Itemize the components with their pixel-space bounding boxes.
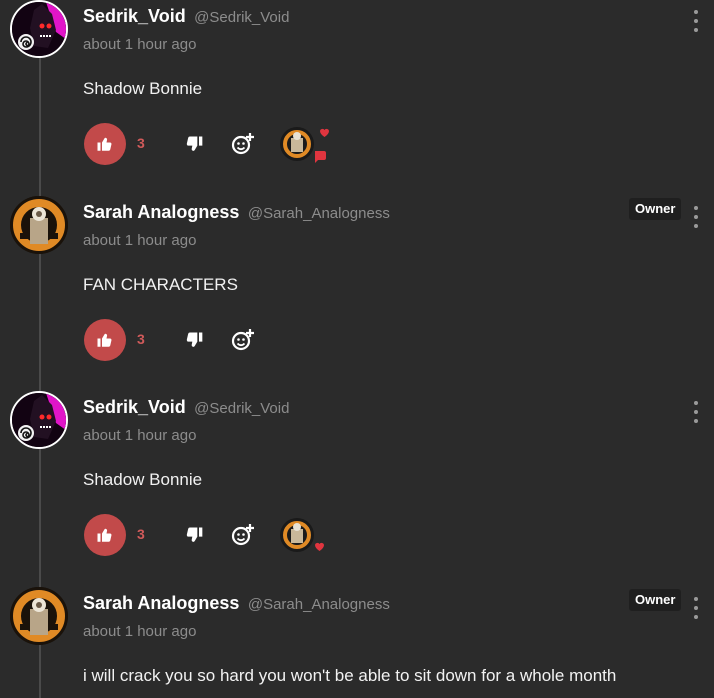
comment-text: Shadow Bonnie xyxy=(83,79,203,98)
comment-actions: 3 xyxy=(84,123,384,165)
thumbs-down-icon xyxy=(186,332,203,347)
more-vertical-icon[interactable] xyxy=(690,10,702,32)
like-button[interactable] xyxy=(84,319,126,361)
author-handle[interactable]: @Sedrik_Void xyxy=(194,9,289,26)
thumbs-up-icon xyxy=(97,528,112,542)
like-button[interactable] xyxy=(84,514,126,556)
sedrik-void-avatar-image xyxy=(12,393,66,447)
more-vertical-icon[interactable] xyxy=(690,401,702,423)
add-reaction-button[interactable] xyxy=(231,328,255,352)
comment-timestamp[interactable]: about 1 hour ago xyxy=(83,232,196,249)
add-reaction-icon xyxy=(231,524,254,546)
add-reaction-button[interactable] xyxy=(231,132,255,156)
thumbs-up-icon xyxy=(97,333,112,347)
dislike-button[interactable] xyxy=(184,134,204,154)
avatar[interactable] xyxy=(10,391,68,449)
owner-badge: Owner xyxy=(629,198,682,220)
reaction-avatar-icon xyxy=(280,127,329,163)
add-reaction-icon xyxy=(231,329,254,351)
like-count: 3 xyxy=(137,331,145,347)
owner-badge: Owner xyxy=(629,589,682,611)
thumbs-up-icon xyxy=(97,137,112,151)
add-reaction-button[interactable] xyxy=(231,523,255,547)
reaction-chip[interactable] xyxy=(279,124,329,164)
author-row: Sarah Analogness @Sarah_Analogness xyxy=(83,593,390,614)
heart-icon xyxy=(320,128,329,137)
more-vertical-icon[interactable] xyxy=(690,597,702,619)
sarah-analogness-avatar-image xyxy=(10,587,68,645)
speech-bubble-icon xyxy=(315,151,326,163)
author-handle[interactable]: @Sedrik_Void xyxy=(194,400,289,417)
comment-actions: 3 xyxy=(84,514,384,556)
comment-text: i will crack you so hard you won't be ab… xyxy=(83,666,617,685)
author-name[interactable]: Sarah Analogness xyxy=(83,202,239,222)
like-count: 3 xyxy=(137,526,145,542)
like-button[interactable] xyxy=(84,123,126,165)
more-vertical-icon[interactable] xyxy=(690,206,702,228)
sarah-analogness-avatar-image xyxy=(10,196,68,254)
comment-timestamp[interactable]: about 1 hour ago xyxy=(83,623,196,640)
avatar[interactable] xyxy=(10,196,68,254)
comment-text: FAN CHARACTERS xyxy=(83,275,238,294)
dislike-button[interactable] xyxy=(184,330,204,350)
thumbs-down-icon xyxy=(186,527,203,542)
comment-text: Shadow Bonnie xyxy=(83,470,203,489)
author-row: Sedrik_Void @Sedrik_Void xyxy=(83,397,289,418)
like-count: 3 xyxy=(137,135,145,151)
comment-timestamp[interactable]: about 1 hour ago xyxy=(83,427,196,444)
sedrik-void-avatar-image xyxy=(12,2,66,56)
author-handle[interactable]: @Sarah_Analogness xyxy=(248,205,390,222)
author-row: Sarah Analogness @Sarah_Analogness xyxy=(83,202,390,223)
author-name[interactable]: Sedrik_Void xyxy=(83,6,186,26)
dislike-button[interactable] xyxy=(184,525,204,545)
comment-timestamp[interactable]: about 1 hour ago xyxy=(83,36,196,53)
add-reaction-icon xyxy=(231,133,254,155)
author-handle[interactable]: @Sarah_Analogness xyxy=(248,596,390,613)
author-name[interactable]: Sedrik_Void xyxy=(83,397,186,417)
reaction-chip[interactable] xyxy=(279,515,324,555)
author-name[interactable]: Sarah Analogness xyxy=(83,593,239,613)
reaction-avatar-icon xyxy=(280,518,324,552)
author-row: Sedrik_Void @Sedrik_Void xyxy=(83,6,289,27)
heart-icon xyxy=(315,542,324,551)
avatar[interactable] xyxy=(10,0,68,58)
comment-actions: 3 xyxy=(84,319,384,361)
avatar[interactable] xyxy=(10,587,68,645)
thumbs-down-icon xyxy=(186,136,203,151)
